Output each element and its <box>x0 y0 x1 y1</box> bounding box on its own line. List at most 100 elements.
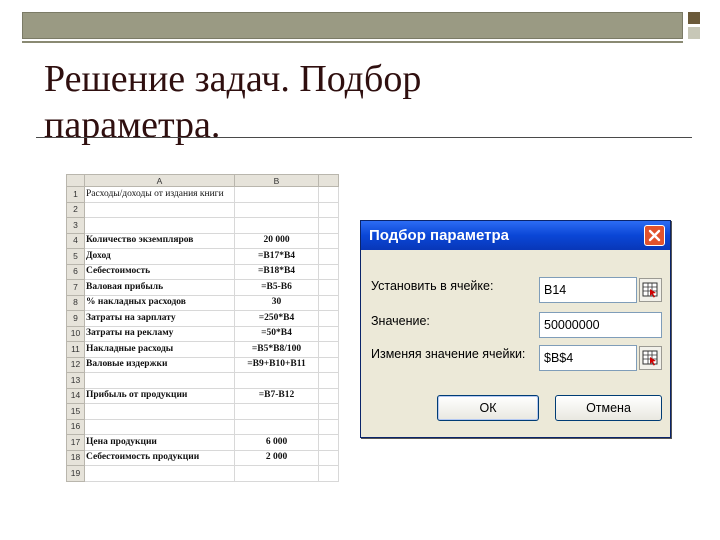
cell-b[interactable]: =B17*B4 <box>234 248 319 265</box>
cell-b[interactable]: 6 000 <box>234 434 319 451</box>
row-number[interactable]: 17 <box>66 434 85 451</box>
cell-c[interactable] <box>318 356 339 373</box>
row-number[interactable]: 4 <box>66 232 85 249</box>
row-number[interactable]: 10 <box>66 325 85 342</box>
cell-b[interactable] <box>234 217 319 234</box>
cell-a[interactable]: Количество экземпляров <box>84 232 235 249</box>
cell-b[interactable]: =B5-B6 <box>234 279 319 296</box>
row-number[interactable]: 18 <box>66 449 85 466</box>
row-number[interactable]: 13 <box>66 372 85 389</box>
row-number[interactable]: 9 <box>66 310 85 327</box>
cell-a[interactable] <box>84 403 235 420</box>
row-number[interactable]: 3 <box>66 217 85 234</box>
set-cell-input[interactable]: B14 <box>539 277 637 303</box>
sheet-row: 19 <box>66 465 339 482</box>
changing-cell-input[interactable]: $B$4 <box>539 345 637 371</box>
cell-c[interactable] <box>318 232 339 249</box>
cell-b[interactable]: =B7-B12 <box>234 387 319 404</box>
changing-cell-label: Изменяя значение ячейки: <box>371 347 526 361</box>
cell-b[interactable] <box>234 403 319 420</box>
row-number[interactable]: 8 <box>66 294 85 311</box>
cell-a[interactable]: Затраты на рекламу <box>84 325 235 342</box>
cell-b[interactable]: =50*B4 <box>234 325 319 342</box>
cell-b[interactable]: =B9+B10+B11 <box>234 356 319 373</box>
cell-a[interactable] <box>84 201 235 218</box>
row-number[interactable]: 19 <box>66 465 85 482</box>
cell-c[interactable] <box>318 217 339 234</box>
cell-a[interactable]: Себестоимость <box>84 263 235 280</box>
cell-c[interactable] <box>318 465 339 482</box>
value-label: Значение: <box>371 314 430 328</box>
cell-b[interactable]: 2 000 <box>234 449 319 466</box>
row-number[interactable]: 5 <box>66 248 85 265</box>
cell-a[interactable] <box>84 372 235 389</box>
sheet-row: 2 <box>66 201 339 218</box>
cell-a[interactable] <box>84 418 235 435</box>
value-input[interactable]: 50000000 <box>539 312 662 338</box>
sheet-row: 6 Себестоимость =B18*B4 <box>66 263 339 280</box>
cell-c[interactable] <box>318 248 339 265</box>
cell-b[interactable]: =250*B4 <box>234 310 319 327</box>
cell-a[interactable]: Валовые издержки <box>84 356 235 373</box>
cell-a[interactable]: % накладных расходов <box>84 294 235 311</box>
cell-c[interactable] <box>318 418 339 435</box>
cell-b[interactable] <box>234 186 319 203</box>
cell-b[interactable]: 20 000 <box>234 232 319 249</box>
cell-a[interactable]: Прибыль от продукции <box>84 387 235 404</box>
row-number[interactable]: 15 <box>66 403 85 420</box>
column-header-a[interactable]: A <box>84 174 235 187</box>
cell-b[interactable] <box>234 465 319 482</box>
cell-a[interactable] <box>84 465 235 482</box>
cell-b[interactable]: 30 <box>234 294 319 311</box>
cell-c[interactable] <box>318 387 339 404</box>
cell-b[interactable]: =B5*B8/100 <box>234 341 319 358</box>
row-number[interactable]: 2 <box>66 201 85 218</box>
cell-a[interactable]: Затраты на зарплату <box>84 310 235 327</box>
row-number[interactable]: 12 <box>66 356 85 373</box>
cell-b[interactable] <box>234 201 319 218</box>
sheet-row: 8% накладных расходов 30 <box>66 294 339 311</box>
cell-c[interactable] <box>318 449 339 466</box>
cell-c[interactable] <box>318 372 339 389</box>
set-cell-range-button[interactable] <box>639 278 662 302</box>
cell-a[interactable] <box>84 217 235 234</box>
column-header-b[interactable]: B <box>234 174 319 187</box>
cell-c[interactable] <box>318 434 339 451</box>
sheet-row: 12 Валовые издержки =B9+B10+B11 <box>66 356 339 373</box>
ok-button[interactable]: ОК <box>437 395 539 421</box>
row-number[interactable]: 16 <box>66 418 85 435</box>
row-number[interactable]: 6 <box>66 263 85 280</box>
spreadsheet: A B 1 Расходы/доходы от издания книги 2 3 4 К… <box>66 174 339 482</box>
close-button[interactable] <box>644 225 665 246</box>
column-header-c[interactable] <box>318 174 339 187</box>
cell-b[interactable]: =B18*B4 <box>234 263 319 280</box>
cell-c[interactable] <box>318 279 339 296</box>
row-number[interactable]: 11 <box>66 341 85 358</box>
cell-c[interactable] <box>318 294 339 311</box>
sheet-row: 16 <box>66 418 339 435</box>
cell-c[interactable] <box>318 403 339 420</box>
dialog-title-bar[interactable]: Подбор параметра <box>361 221 670 250</box>
cell-a[interactable]: Накладные расходы <box>84 341 235 358</box>
cell-a[interactable]: Расходы/доходы от издания книги <box>84 186 235 203</box>
cell-a[interactable]: Доход <box>84 248 235 265</box>
cell-a[interactable]: Себестоимость продукции <box>84 449 235 466</box>
cell-b[interactable] <box>234 372 319 389</box>
sheet-row: 15 <box>66 403 339 420</box>
changing-cell-range-button[interactable] <box>639 346 662 370</box>
cell-a[interactable]: Валовая прибыль <box>84 279 235 296</box>
dialog-title: Подбор параметра <box>369 227 510 244</box>
sheet-row: 3 <box>66 217 339 234</box>
row-number[interactable]: 1 <box>66 186 85 203</box>
cell-a[interactable]: Цена продукции <box>84 434 235 451</box>
cell-b[interactable] <box>234 418 319 435</box>
cell-c[interactable] <box>318 325 339 342</box>
cell-c[interactable] <box>318 263 339 280</box>
row-number[interactable]: 14 <box>66 387 85 404</box>
cell-c[interactable] <box>318 186 339 203</box>
cell-c[interactable] <box>318 201 339 218</box>
cancel-button[interactable]: Отмена <box>555 395 662 421</box>
row-number[interactable]: 7 <box>66 279 85 296</box>
cell-c[interactable] <box>318 310 339 327</box>
cell-c[interactable] <box>318 341 339 358</box>
